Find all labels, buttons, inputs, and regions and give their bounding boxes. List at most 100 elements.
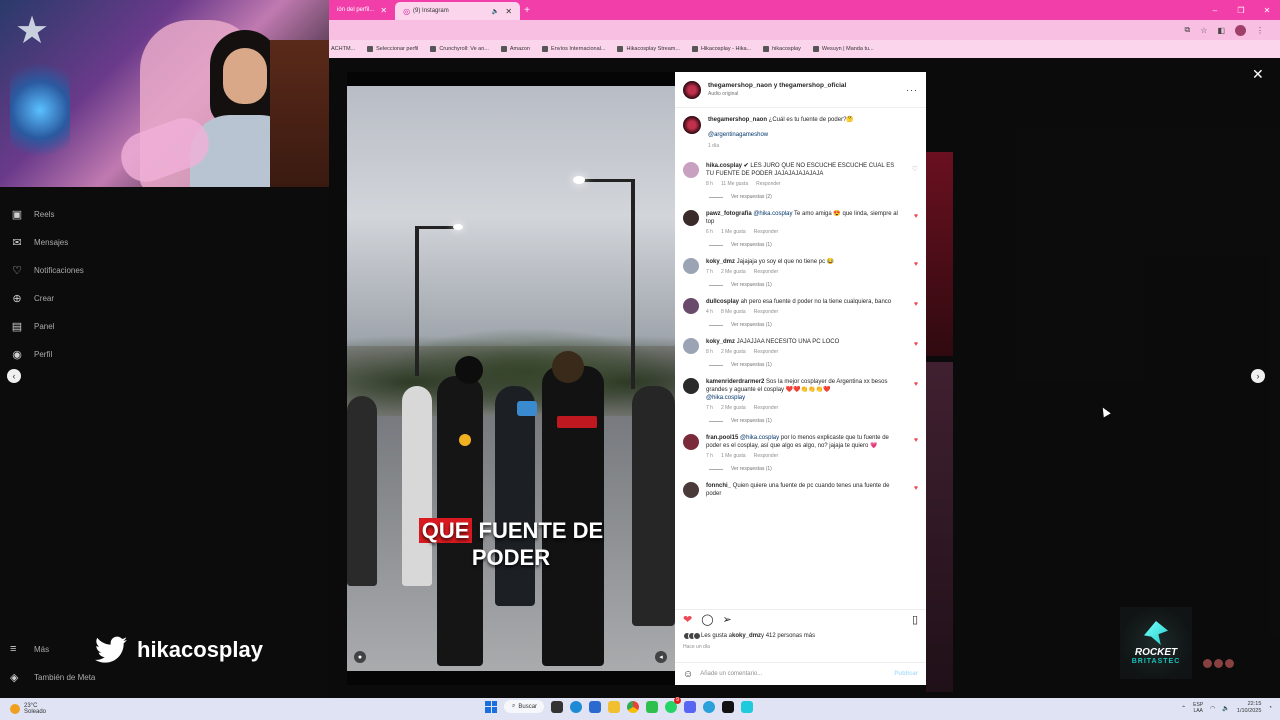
commenter-avatar[interactable] — [683, 258, 699, 274]
comment-like-heart-icon[interactable]: ♥ — [914, 437, 918, 444]
bookmark-item[interactable]: Hikacosplay Stream... — [617, 46, 680, 52]
view-replies-button[interactable]: Ver respuestas (1) — [675, 236, 926, 254]
comment-likes[interactable]: 8 Me gusta — [721, 309, 746, 315]
view-replies-button[interactable]: Ver respuestas (1) — [675, 356, 926, 374]
emoji-icon[interactable]: ☺ — [683, 669, 693, 680]
comment-mention[interactable]: @hika.cosplay — [706, 394, 901, 402]
comment-input[interactable]: Añade un comentario... — [700, 671, 762, 677]
caption-mention[interactable]: @argentinagameshow — [708, 131, 854, 140]
sidebar-item-4[interactable]: ▤ Panel — [10, 312, 160, 340]
comment-like-heart-icon[interactable]: ♥ — [914, 485, 918, 492]
sidebar-item-1[interactable]: ✉ Mensajes — [10, 228, 160, 256]
notifications-bell-icon[interactable]: ◔ — [1268, 705, 1272, 711]
store-icon[interactable] — [589, 700, 601, 713]
profile-avatar[interactable] — [1235, 24, 1246, 36]
start-windows-icon[interactable] — [485, 700, 497, 713]
bookmark-clipped[interactable]: ACHTM... — [331, 46, 355, 52]
bookmark-star-icon[interactable]: ☆ — [1200, 26, 1207, 35]
reply-button[interactable]: Responder — [754, 405, 778, 411]
comment-user[interactable]: pawz_fotografia — [706, 211, 752, 217]
commenter-avatar[interactable] — [683, 434, 699, 450]
sidebar-item-0[interactable]: ▣ Reels — [10, 200, 160, 228]
view-replies-button[interactable]: Ver respuestas (2) — [675, 188, 926, 206]
mute-tab-icon[interactable]: 🔈 — [492, 8, 499, 15]
spotify-icon[interactable] — [646, 700, 658, 713]
chevron-up-icon[interactable]: ⌃ — [1181, 705, 1186, 712]
view-replies-button[interactable]: Ver respuestas (1) — [675, 276, 926, 294]
likes-summary[interactable]: Les gusta a koky_dmz y 412 personas más — [683, 632, 815, 640]
sidebar-item-2[interactable]: ♡ Notificaciones — [10, 256, 160, 284]
tab-profile[interactable]: ión del perfil... ✕ — [329, 1, 395, 19]
close-modal-icon[interactable]: ✕ — [1252, 66, 1264, 83]
bookmark-item[interactable]: Envíos Internacional... — [542, 46, 605, 52]
comment-likes[interactable]: 11 Me gusta — [721, 181, 748, 187]
comment-mention[interactable]: @hika.cosplay — [752, 211, 792, 217]
comment-user[interactable]: koky_dmz — [706, 339, 735, 345]
view-replies-button[interactable]: Ver respuestas (1) — [675, 316, 926, 334]
next-post-button[interactable]: › — [1251, 369, 1265, 383]
tagged-user-icon[interactable]: ● — [354, 651, 366, 663]
close-window-button[interactable]: ✕ — [1254, 6, 1280, 15]
bookmark-item[interactable]: Hikacosplay - Hika... — [691, 46, 751, 52]
comment-user[interactable]: fonnchi_ — [706, 483, 731, 489]
reply-button[interactable]: Responder — [754, 349, 778, 355]
telegram-icon[interactable] — [703, 700, 715, 713]
reply-button[interactable]: Responder — [754, 453, 778, 459]
post-owner[interactable]: thegamershop_naon y thegamershop_oficial — [708, 82, 906, 89]
comment-likes[interactable]: 1 Me gusta — [721, 453, 746, 459]
volume-icon[interactable]: 🔈 — [1222, 705, 1229, 712]
app-icon[interactable] — [741, 700, 753, 713]
bookmark-item[interactable]: Wesuyn | Manda tu... — [812, 46, 874, 52]
commenter-avatar[interactable] — [683, 210, 699, 226]
comment-user[interactable]: koky_dmz — [706, 259, 735, 265]
extensions-icon[interactable]: ◧ — [1217, 26, 1225, 35]
comment-likes[interactable]: 2 Me gusta — [721, 349, 746, 355]
discord-icon[interactable] — [684, 700, 696, 713]
sidebar-item-1[interactable]: ◈ También de Meta — [10, 663, 160, 691]
sidebar-item-3[interactable]: ⊕ Crear — [10, 284, 160, 312]
chrome-icon[interactable] — [627, 700, 639, 713]
comment-like-heart-icon[interactable]: ♥ — [914, 341, 918, 348]
comment-like-heart-icon[interactable]: ♡ — [912, 165, 918, 173]
minimize-button[interactable]: – — [1202, 6, 1228, 15]
clock[interactable]: 22:15 1/10/2025 — [1237, 701, 1261, 715]
wifi-icon[interactable]: ◠ — [1210, 705, 1215, 712]
save-bookmark-icon[interactable]: ▯ — [912, 613, 918, 626]
commenter-avatar[interactable] — [683, 298, 699, 314]
comment-likes[interactable]: 2 Me gusta — [721, 269, 746, 275]
bookmark-item[interactable]: Seleccionar perfil — [367, 46, 418, 52]
weather-widget[interactable]: 23°C Soleado — [10, 703, 46, 715]
maximize-button[interactable]: ❐ — [1228, 6, 1254, 15]
view-replies-button[interactable]: Ver respuestas (1) — [675, 412, 926, 430]
owner-avatar[interactable] — [683, 116, 701, 134]
commenter-avatar[interactable] — [683, 482, 699, 498]
view-replies-button[interactable]: Ver respuestas (1) — [675, 460, 926, 478]
close-tab-icon[interactable]: ✕ — [505, 7, 512, 16]
comments-list[interactable]: thegamershop_naon ¿Cuál es tu fuente de … — [675, 110, 926, 605]
bookmark-item[interactable]: Amazon — [500, 46, 530, 52]
comment-mention[interactable]: @hika.cosplay — [738, 435, 779, 441]
comment-like-heart-icon[interactable]: ♥ — [914, 261, 918, 268]
menu-dots-icon[interactable]: ⋮ — [1256, 26, 1264, 35]
share-icon[interactable]: ➢ — [723, 613, 732, 626]
owner-avatar[interactable] — [683, 80, 701, 99]
sidebar-item-5[interactable]: ◉ Perfil — [10, 340, 160, 368]
language-indicator[interactable]: ESP LAA — [1193, 702, 1203, 714]
whatsapp-icon[interactable]: 9 — [665, 696, 681, 713]
tab-instagram[interactable]: ◎ (9) Instagram 🔈 ✕ — [395, 2, 521, 20]
commenter-avatar[interactable] — [683, 162, 699, 178]
bookmark-item[interactable]: Crunchyroll: Ve an... — [430, 46, 489, 52]
new-tab-button[interactable]: + — [524, 5, 530, 16]
reply-button[interactable]: Responder — [754, 229, 778, 235]
edge-icon[interactable] — [570, 700, 582, 713]
comment-user[interactable]: hika.cosplay ✔ — [706, 163, 749, 169]
comment-icon[interactable]: ◯ — [701, 613, 713, 626]
comment-user[interactable]: dullcosplay — [706, 299, 739, 305]
comment-user[interactable]: fran.pool15 — [706, 435, 738, 441]
bookmark-item[interactable]: hikacosplay — [763, 46, 801, 52]
close-tab-icon[interactable]: ✕ — [380, 6, 387, 15]
reply-button[interactable]: Responder — [754, 269, 778, 275]
taskbar-search[interactable]: ⌕ Buscar — [504, 700, 544, 713]
commenter-avatar[interactable] — [683, 338, 699, 354]
like-heart-icon[interactable]: ❤ — [683, 613, 692, 626]
